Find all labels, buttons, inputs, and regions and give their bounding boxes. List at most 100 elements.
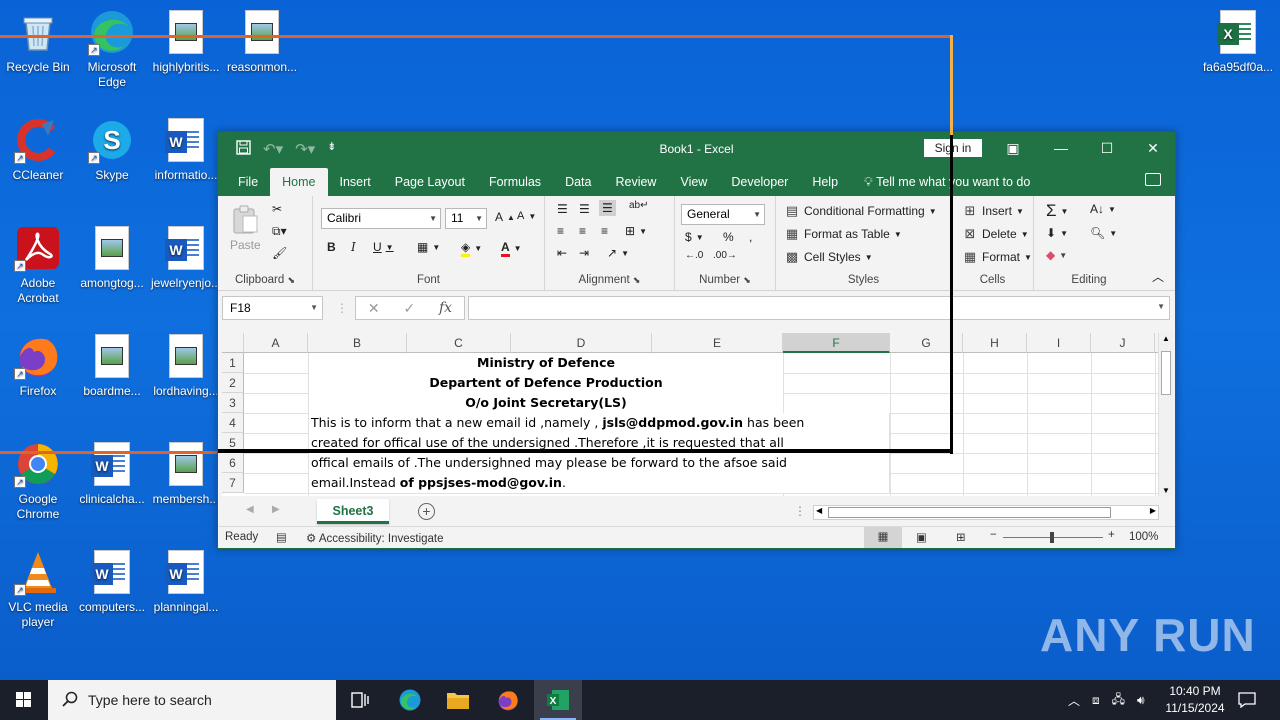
zoom-out-icon[interactable]: − [990, 529, 997, 541]
cell-body-line[interactable]: offical emails of .The undersighned may … [311, 453, 787, 473]
tell-me-search[interactable]: 💡︎ Tell me what you want to do [864, 168, 1030, 196]
tab-help[interactable]: Help [800, 168, 850, 196]
increase-decimal-icon[interactable]: ←.0 [685, 250, 703, 261]
accessibility-status[interactable]: ⚙︎ Accessibility: Investigate [306, 531, 444, 545]
scroll-up-icon[interactable]: ▲ [1162, 334, 1170, 343]
cell-title-office[interactable]: O/o Joint Secretary(LS) [309, 393, 783, 413]
taskbar-edge-icon[interactable] [386, 680, 434, 720]
accounting-format-icon[interactable]: $ ▼ [685, 230, 704, 244]
notification-icon[interactable] [1238, 680, 1256, 720]
middle-align-icon[interactable]: ☰ [579, 202, 590, 216]
insert-function-icon[interactable]: fx [439, 300, 452, 316]
desktop-icon-file[interactable]: highlybritis... [148, 8, 224, 75]
row-header[interactable]: 7 [222, 473, 244, 493]
paste-button[interactable]: Paste [230, 204, 261, 252]
page-layout-view-icon[interactable]: ▣ [916, 530, 927, 544]
add-sheet-icon[interactable]: + [418, 503, 435, 520]
column-header[interactable]: C [407, 333, 511, 353]
format-cells-button[interactable]: ▦ Format ▼ [962, 249, 1032, 265]
desktop-icon-acrobat[interactable]: ↗ Adobe Acrobat [0, 224, 76, 306]
orientation-icon[interactable]: ↗ ▼ [607, 246, 629, 260]
top-align-icon[interactable]: ☰ [557, 202, 568, 216]
cancel-entry-icon[interactable]: ✕ [368, 300, 380, 317]
collapse-ribbon-icon[interactable]: ︿ [1152, 268, 1164, 285]
ribbon-display-options-icon[interactable]: ▣ [998, 138, 1028, 158]
cell-styles-button[interactable]: ▩ Cell Styles ▼ [784, 249, 873, 265]
taskbar-firefox-icon[interactable] [484, 680, 532, 720]
wrap-text-icon[interactable]: ab↵ [629, 200, 649, 211]
desktop-icon-excel-file[interactable]: X fa6a95df0a... [1198, 8, 1278, 75]
align-left-icon[interactable]: ≡ [557, 224, 564, 238]
tab-home[interactable]: Home [270, 168, 328, 196]
confirm-entry-icon[interactable]: ✓ [403, 300, 415, 317]
format-as-table-button[interactable]: ▦ Format as Table ▼ [784, 226, 902, 242]
tab-formulas[interactable]: Formulas [477, 168, 553, 196]
desktop-icon-recycle-bin[interactable]: Recycle Bin [0, 8, 76, 75]
row-header[interactable]: 4 [222, 413, 244, 433]
scrollbar-thumb[interactable] [828, 507, 1111, 518]
insert-cells-button[interactable]: ⊞ Insert ▼ [962, 203, 1024, 219]
start-button[interactable] [0, 680, 48, 720]
taskbar-excel-icon[interactable]: X [534, 680, 582, 720]
macro-record-icon[interactable]: ▤ [276, 530, 287, 544]
column-header-selected[interactable]: F [783, 333, 890, 353]
font-color-icon[interactable]: A ▼ [501, 240, 522, 257]
vertical-scrollbar[interactable]: ▲ ▼ [1158, 333, 1173, 496]
minimize-button[interactable]: — [1046, 138, 1076, 158]
increase-indent-icon[interactable]: ⇥ [579, 246, 589, 260]
select-all-corner[interactable] [222, 333, 244, 353]
tab-review[interactable]: Review [603, 168, 668, 196]
desktop-icon-vlc[interactable]: ↗ VLC media player [0, 548, 76, 630]
desktop-icon-file[interactable]: boardme... [74, 332, 150, 399]
number-format-select[interactable]: General ▼ [681, 204, 765, 225]
taskbar-search[interactable]: Type here to search [48, 680, 336, 720]
horizontal-scrollbar[interactable]: ◀ ▶ [813, 505, 1159, 520]
increase-font-size-icon[interactable]: A ▲ [495, 210, 515, 224]
show-hidden-icons-icon[interactable]: ︿ [1068, 692, 1080, 709]
bold-icon[interactable]: B [327, 240, 336, 254]
row-header[interactable]: 3 [222, 393, 244, 413]
bottom-align-icon[interactable]: ☰ [599, 200, 616, 216]
maximize-button[interactable]: ☐ [1092, 138, 1122, 158]
zoom-level[interactable]: 100% [1129, 531, 1158, 543]
align-center-icon[interactable]: ≡ [579, 224, 586, 238]
cell-title-ministry[interactable]: Ministry of Defence [309, 353, 783, 373]
clear-icon[interactable]: ◆ ▼ [1046, 248, 1067, 262]
font-name-select[interactable]: Calibri ▼ [321, 208, 441, 229]
column-header[interactable]: A [244, 333, 308, 353]
scroll-right-icon[interactable]: ▶ [1150, 506, 1156, 515]
fill-icon[interactable]: ⬇ ▼ [1046, 226, 1068, 240]
desktop-icon-file[interactable]: reasonmon... [224, 8, 300, 75]
page-break-view-icon[interactable]: ⊞ [956, 530, 966, 544]
cell-body-line[interactable]: email.Instead of ppsjses-mod@gov.in. [311, 473, 566, 493]
fill-color-icon[interactable]: ◈ ▼ [461, 240, 482, 257]
format-painter-icon[interactable]: 🖌︎ [272, 246, 287, 260]
copy-icon[interactable]: ⧉▾ [272, 224, 287, 239]
decrease-decimal-icon[interactable]: .00→ [713, 250, 737, 261]
delete-cells-button[interactable]: ⊠ Delete ▼ [962, 226, 1029, 242]
desktop-icon-firefox[interactable]: ↗ Firefox [0, 332, 76, 399]
find-select-icon[interactable]: 🔍︎ ▼ [1090, 226, 1117, 240]
column-header[interactable]: I [1027, 333, 1091, 353]
italic-icon[interactable]: I [351, 240, 356, 254]
desktop-icon-file[interactable]: W planningal... [148, 548, 224, 615]
decrease-indent-icon[interactable]: ⇤ [557, 246, 567, 260]
column-header[interactable]: D [511, 333, 652, 353]
borders-icon[interactable]: ▦ ▼ [417, 240, 440, 254]
desktop-icon-file[interactable]: amongtog... [74, 224, 150, 291]
desktop-icon-file[interactable]: W jewelryenjo... [148, 224, 224, 291]
cell-body-line[interactable]: This is to inform that a new email id ,n… [311, 413, 804, 433]
tab-insert[interactable]: Insert [328, 168, 383, 196]
scrollbar-thumb[interactable] [1161, 351, 1171, 395]
sheet-tab-active[interactable]: Sheet3 [317, 499, 389, 524]
desktop-icon-file[interactable]: lordhaving... [148, 332, 224, 399]
taskbar-file-explorer-icon[interactable] [434, 680, 482, 720]
desktop-icon-skype[interactable]: S ↗ Skype [74, 116, 150, 183]
desktop-icon-edge[interactable]: ↗ Microsoft Edge [74, 8, 150, 90]
desktop-icon-file[interactable]: W computers... [74, 548, 150, 615]
decrease-font-size-icon[interactable]: A ▼ [517, 210, 536, 222]
autosum-icon[interactable]: Σ ▼ [1046, 201, 1068, 221]
font-size-select[interactable]: 11 ▼ [445, 208, 487, 229]
scroll-down-icon[interactable]: ▼ [1162, 486, 1170, 495]
tab-split-icon[interactable]: ⋮ [794, 504, 806, 518]
